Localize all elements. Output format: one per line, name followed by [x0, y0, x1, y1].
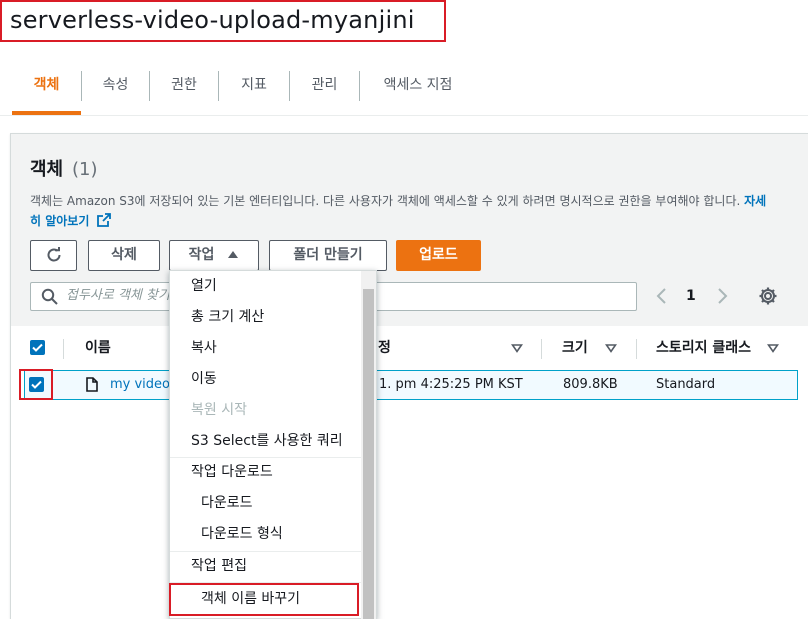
tab-objects[interactable]: 객체 [12, 68, 81, 102]
tab-permissions[interactable]: 권한 [150, 68, 218, 102]
select-all-checkbox[interactable] [30, 340, 45, 355]
menu-group-edit-actions: 작업 편집 [191, 558, 247, 574]
column-separator [63, 339, 64, 359]
upload-button[interactable]: 업로드 [396, 240, 481, 271]
column-separator [541, 339, 542, 359]
object-name-link[interactable]: my video. [110, 375, 174, 395]
menu-group-download-actions: 작업 다운로드 [191, 464, 273, 480]
column-header-name[interactable]: 이름 [85, 332, 111, 364]
delete-button[interactable]: 삭제 [88, 240, 160, 271]
search-icon [41, 288, 58, 305]
column-header-size[interactable]: 크기 [562, 332, 588, 364]
menu-item-open[interactable]: 열기 [170, 271, 361, 302]
menu-item-move[interactable]: 이동 [170, 364, 361, 395]
refresh-button[interactable] [30, 240, 77, 271]
tab-metrics[interactable]: 지표 [219, 68, 289, 102]
objects-heading: 객체 [30, 159, 64, 180]
bucket-title: serverless-video-upload-myanjini [0, 0, 446, 42]
column-header-last-modified[interactable]: 정 [378, 332, 391, 364]
chevron-left-icon[interactable] [655, 288, 669, 304]
actions-button-label: 작업 [188, 247, 215, 263]
column-header-storage-class[interactable]: 스토리지 클래스 [656, 332, 751, 364]
menu-item-calculate-total-size[interactable]: 총 크기 계산 [170, 302, 361, 333]
object-last-modified: 1. pm 4:25:25 PM KST [379, 377, 523, 392]
menu-item-copy[interactable]: 복사 [170, 333, 361, 364]
file-icon [86, 377, 98, 392]
menu-item-download-as[interactable]: 다운로드 형식 [170, 519, 361, 550]
objects-description: 객체는 Amazon S3에 저장되어 있는 기본 엔터티입니다. 다른 사용자… [30, 191, 770, 231]
menu-item-download[interactable]: 다운로드 [170, 488, 361, 519]
tab-access-points[interactable]: 액세스 지점 [360, 68, 476, 102]
sort-caret-icon[interactable] [767, 343, 779, 353]
search-placeholder: 접두사로 객체 찾기 [66, 288, 170, 303]
objects-description-text: 객체는 Amazon S3에 저장되어 있는 기본 엔터티입니다. 다른 사용자… [30, 194, 741, 208]
page-number[interactable]: 1 [686, 286, 696, 306]
object-size: 809.8KB [563, 377, 618, 392]
gear-icon[interactable] [758, 286, 778, 306]
sort-caret-icon[interactable] [605, 343, 617, 353]
menu-item-query-s3-select[interactable]: S3 Select를 사용한 쿼리 [170, 426, 361, 457]
tab-properties[interactable]: 속성 [82, 68, 149, 102]
objects-count: (1) [72, 159, 98, 180]
object-storage-class: Standard [656, 377, 716, 392]
sort-caret-icon[interactable] [511, 343, 523, 353]
dropdown-scrollbar-thumb[interactable] [363, 289, 374, 619]
rename-object-highlight [169, 583, 359, 616]
actions-button[interactable]: 작업 [169, 240, 259, 271]
create-folder-button[interactable]: 폴더 만들기 [269, 240, 387, 271]
tab-management[interactable]: 관리 [290, 68, 359, 102]
caret-up-icon [228, 251, 239, 258]
external-link-icon [97, 213, 112, 227]
row-checkbox-highlight [19, 369, 53, 400]
refresh-icon [47, 247, 60, 262]
column-separator [636, 339, 637, 359]
chevron-right-icon[interactable] [715, 288, 729, 304]
tabs-divider [0, 115, 808, 116]
menu-item-initiate-restore: 복원 시작 [191, 402, 247, 418]
checkmark-icon [32, 343, 43, 352]
